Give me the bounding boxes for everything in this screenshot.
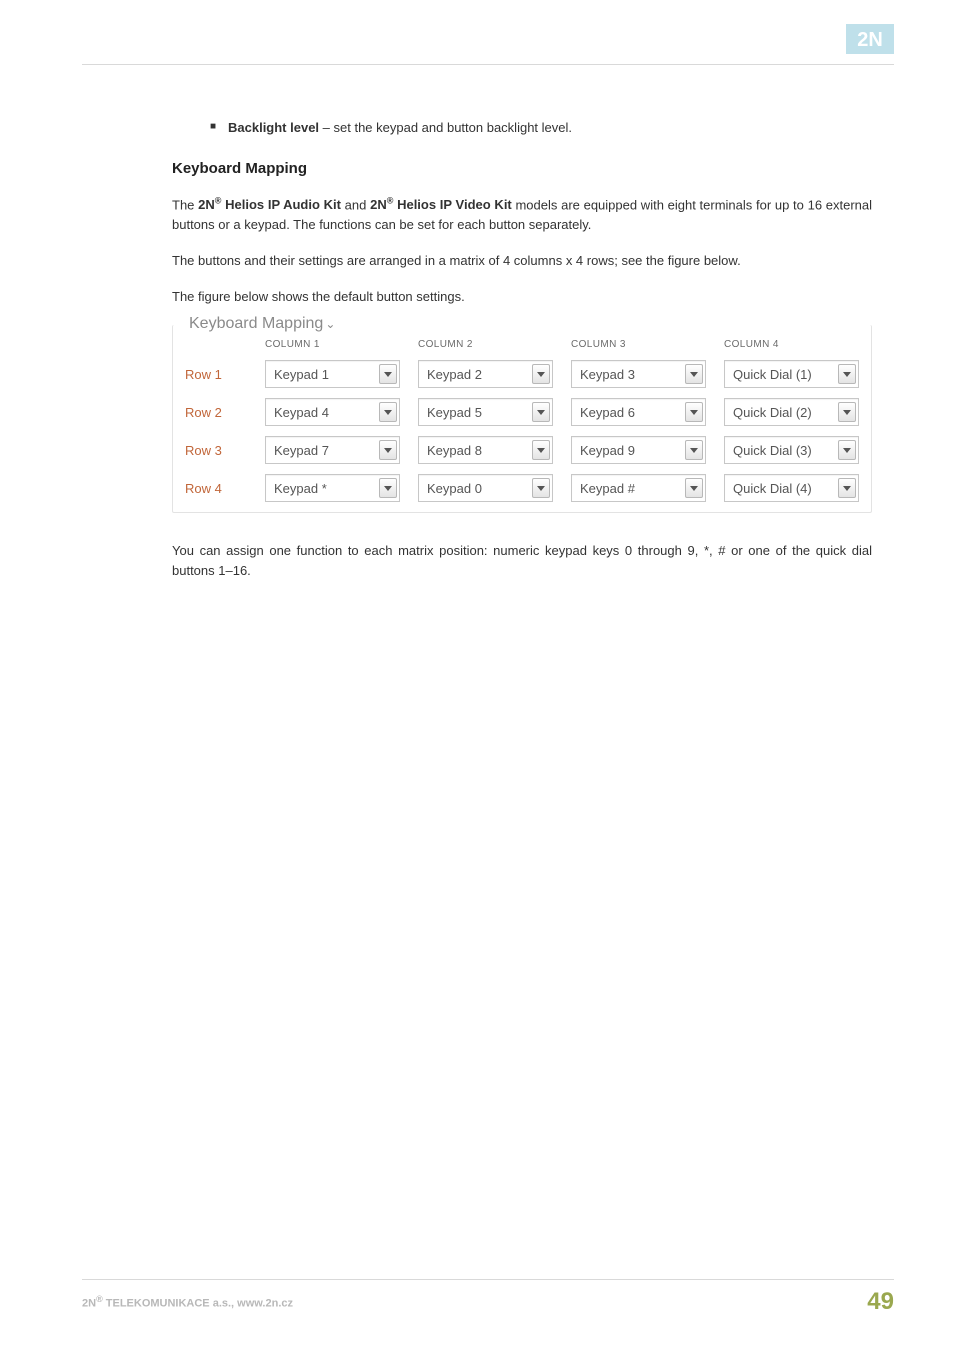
bullet-rest: – set the keypad and button backlight le…: [319, 120, 572, 135]
row1-col3-select[interactable]: Keypad 3: [571, 360, 706, 388]
row1-col4-select[interactable]: Quick Dial (1): [724, 360, 859, 388]
keyboard-mapping-card: Keyboard Mapping⌄ COLUMN 1 COLUMN 2 COLU…: [172, 325, 872, 513]
dropdown-icon: [532, 440, 550, 460]
row2-col4-select[interactable]: Quick Dial (2): [724, 398, 859, 426]
footer-divider: [82, 1279, 894, 1280]
dropdown-icon: [838, 478, 856, 498]
col-header-2: COLUMN 2: [418, 339, 553, 350]
header-divider: [82, 64, 894, 65]
dropdown-icon: [532, 402, 550, 422]
chevron-down-icon: ⌄: [323, 317, 335, 331]
card-title: Keyboard Mapping: [189, 315, 323, 332]
heading-keyboard-mapping: Keyboard Mapping: [172, 160, 872, 177]
dropdown-icon: [379, 478, 397, 498]
dropdown-icon: [838, 364, 856, 384]
dropdown-icon: [379, 402, 397, 422]
row4-col2-select[interactable]: Keypad 0: [418, 474, 553, 502]
card-legend[interactable]: Keyboard Mapping⌄: [185, 315, 339, 333]
dropdown-icon: [532, 364, 550, 384]
paragraph-intro: The 2N® Helios IP Audio Kit and 2N® Heli…: [172, 191, 872, 235]
row2-col2-select[interactable]: Keypad 5: [418, 398, 553, 426]
footer-company: 2N® TELEKOMUNIKACE a.s., www.2n.cz: [82, 1294, 293, 1310]
row3-col3-select[interactable]: Keypad 9: [571, 436, 706, 464]
col-header-3: COLUMN 3: [571, 339, 706, 350]
dropdown-icon: [685, 478, 703, 498]
dropdown-icon: [379, 440, 397, 460]
svg-text:2N: 2N: [857, 29, 883, 51]
dropdown-icon: [685, 364, 703, 384]
page-number: 49: [867, 1288, 894, 1316]
logo-2n: 2N: [846, 24, 894, 54]
dropdown-icon: [685, 440, 703, 460]
paragraph-assign: You can assign one function to each matr…: [172, 541, 872, 581]
row1-col1-select[interactable]: Keypad 1: [265, 360, 400, 388]
paragraph-figure: The figure below shows the default butto…: [172, 287, 872, 307]
dropdown-icon: [838, 402, 856, 422]
row3-col1-select[interactable]: Keypad 7: [265, 436, 400, 464]
row-2-label: Row 2: [185, 405, 247, 420]
col-header-1: COLUMN 1: [265, 339, 400, 350]
row4-col3-select[interactable]: Keypad #: [571, 474, 706, 502]
dropdown-icon: [685, 402, 703, 422]
row-1-label: Row 1: [185, 367, 247, 382]
bullet-strong: Backlight level: [228, 120, 319, 135]
dropdown-icon: [838, 440, 856, 460]
row4-col4-select[interactable]: Quick Dial (4): [724, 474, 859, 502]
row-4-label: Row 4: [185, 481, 247, 496]
col-header-4: COLUMN 4: [724, 339, 859, 350]
row2-col3-select[interactable]: Keypad 6: [571, 398, 706, 426]
row3-col4-select[interactable]: Quick Dial (3): [724, 436, 859, 464]
row4-col1-select[interactable]: Keypad *: [265, 474, 400, 502]
row-3-label: Row 3: [185, 443, 247, 458]
row1-col2-select[interactable]: Keypad 2: [418, 360, 553, 388]
dropdown-icon: [532, 478, 550, 498]
bullet-backlight-level: ■ Backlight level – set the keypad and b…: [210, 118, 872, 138]
dropdown-icon: [379, 364, 397, 384]
row3-col2-select[interactable]: Keypad 8: [418, 436, 553, 464]
bullet-text: Backlight level – set the keypad and but…: [228, 118, 572, 138]
bullet-marker: ■: [210, 118, 228, 136]
row2-col1-select[interactable]: Keypad 4: [265, 398, 400, 426]
paragraph-matrix: The buttons and their settings are arran…: [172, 251, 872, 271]
